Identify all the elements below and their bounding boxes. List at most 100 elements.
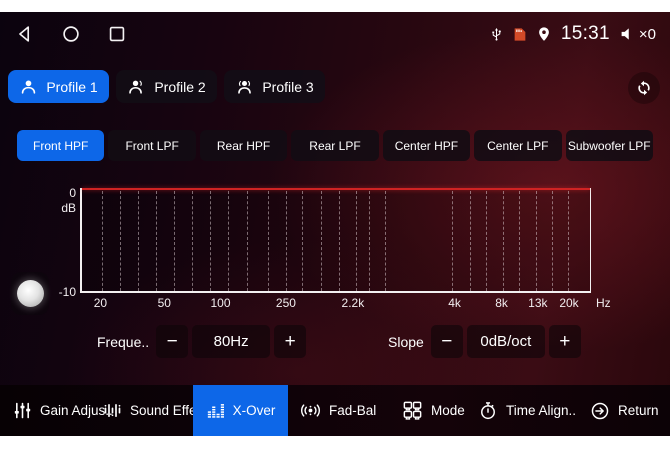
screenshot-stage: 15:31 ×0 Profile 1 xyxy=(0,0,670,453)
gridline xyxy=(568,191,569,291)
nav-item-mode[interactable]: Mode xyxy=(401,385,465,436)
equalizer-crossover-icon xyxy=(206,401,226,421)
gridline xyxy=(302,191,303,291)
recents-button[interactable] xyxy=(106,23,128,45)
profile-tab-label: Profile 1 xyxy=(46,79,97,95)
volume-muted-indicator: ×0 xyxy=(619,25,656,43)
fader-balance-speaker-icon xyxy=(299,399,322,422)
gridline xyxy=(536,191,537,291)
slope-value: 0dB/oct xyxy=(467,325,545,358)
status-indicators: 15:31 ×0 xyxy=(489,23,656,45)
gridline xyxy=(138,191,139,291)
gridline xyxy=(470,191,471,291)
filter-tab-subwoofer-lpf[interactable]: Subwoofer LPF xyxy=(566,130,653,161)
slope-label: Slope xyxy=(388,334,424,350)
back-triangle-icon xyxy=(14,23,36,45)
slope-increase-button[interactable]: + xyxy=(549,325,581,358)
x-tick-label: 50 xyxy=(158,296,171,310)
person-waves-icon xyxy=(235,77,254,96)
refresh-button[interactable] xyxy=(628,72,660,104)
gridline xyxy=(552,191,553,291)
y-axis-unit: dB xyxy=(36,201,76,215)
profile-tab-3[interactable]: Profile 3 xyxy=(224,70,325,103)
x-axis-unit: Hz xyxy=(596,296,611,310)
x-tick-label: 20k xyxy=(559,296,578,310)
person-icon xyxy=(19,77,38,96)
filter-tab-center-lpf[interactable]: Center LPF xyxy=(474,130,561,161)
crossover-plot xyxy=(80,188,591,293)
x-tick-label: 8k xyxy=(495,296,508,310)
gridline xyxy=(385,191,386,291)
x-tick-label: 2.2k xyxy=(342,296,365,310)
gridline xyxy=(210,191,211,291)
profile-tab-label: Profile 2 xyxy=(154,79,205,95)
bottom-nav: Gain Adjus.. Sound Effe.. X-Over xyxy=(0,385,670,436)
volume-mute-label: ×0 xyxy=(639,26,656,43)
nav-item-label: Mode xyxy=(431,403,465,418)
filter-tab-center-hpf[interactable]: Center HPF xyxy=(383,130,470,161)
frequency-label: Freque.. xyxy=(97,334,149,350)
gridline xyxy=(356,191,357,291)
gridline xyxy=(228,191,229,291)
timer-stopwatch-icon xyxy=(477,400,499,422)
nav-item-gain-adjust[interactable]: Gain Adjus.. xyxy=(12,385,113,436)
frequency-value: 80Hz xyxy=(192,325,270,358)
gridline xyxy=(102,191,103,291)
person-wave-icon xyxy=(127,77,146,96)
filter-tab-front-hpf[interactable]: Front HPF xyxy=(17,130,104,161)
speaker-muted-icon xyxy=(619,25,637,43)
gridline xyxy=(156,191,157,291)
back-button[interactable] xyxy=(14,23,36,45)
location-pin-icon xyxy=(536,24,552,44)
profile-tabs: Profile 1 Profile 2 Profile 3 xyxy=(8,70,325,103)
nav-item-fad-bal[interactable]: Fad-Bal xyxy=(299,385,376,436)
gridline xyxy=(503,191,504,291)
profile-tab-1[interactable]: Profile 1 xyxy=(8,70,109,103)
home-button[interactable] xyxy=(60,23,82,45)
frequency-control: Freque.. − 80Hz + xyxy=(97,325,306,358)
nav-item-return[interactable]: Return xyxy=(589,385,659,436)
android-nav-buttons xyxy=(14,23,128,45)
gridline xyxy=(321,191,322,291)
frequency-decrease-button[interactable]: − xyxy=(156,325,188,358)
nav-item-label: Time Align.. xyxy=(506,403,576,418)
clock: 15:31 xyxy=(561,23,610,45)
x-tick-label: 100 xyxy=(211,296,231,310)
nav-item-label: Return xyxy=(618,403,659,418)
filter-tab-rear-lpf[interactable]: Rear LPF xyxy=(291,130,378,161)
nav-item-label: X-Over xyxy=(233,403,276,418)
status-bar: 15:31 ×0 xyxy=(0,16,670,52)
nav-item-time-align[interactable]: Time Align.. xyxy=(477,385,576,436)
sd-card-icon xyxy=(513,27,527,42)
profile-tab-2[interactable]: Profile 2 xyxy=(116,70,217,103)
filter-tab-rear-hpf[interactable]: Rear HPF xyxy=(200,130,287,161)
filter-tab-row: Front HPFFront LPFRear HPFRear LPFCenter… xyxy=(17,130,653,161)
gridline xyxy=(486,191,487,291)
slope-control: Slope − 0dB/oct + xyxy=(388,325,581,358)
head-unit-screen: 15:31 ×0 Profile 1 xyxy=(0,12,670,436)
gain-sliders-icon xyxy=(12,400,33,421)
filter-tab-front-lpf[interactable]: Front LPF xyxy=(108,130,195,161)
gridline xyxy=(174,191,175,291)
recents-square-icon xyxy=(106,23,128,45)
slope-decrease-button[interactable]: − xyxy=(431,325,463,358)
nav-item-x-over[interactable]: X-Over xyxy=(193,385,288,436)
gridline xyxy=(369,191,370,291)
return-arrow-icon xyxy=(589,400,611,422)
usb-icon xyxy=(489,24,504,45)
floating-touch-knob[interactable] xyxy=(11,272,49,315)
profile-tab-label: Profile 3 xyxy=(262,79,313,95)
x-axis-ticks: 20501002502.2k4k8k13k20k xyxy=(80,296,591,311)
nav-item-label: Fad-Bal xyxy=(329,403,376,418)
nav-item-sound-effects[interactable]: Sound Effe.. xyxy=(102,385,204,436)
gridline xyxy=(247,191,248,291)
home-circle-icon xyxy=(60,23,82,45)
frequency-increase-button[interactable]: + xyxy=(274,325,306,358)
y-axis-tick-top: 0 xyxy=(36,186,76,200)
response-curve xyxy=(82,188,590,190)
refresh-sync-icon xyxy=(634,78,654,98)
x-tick-label: 250 xyxy=(276,296,296,310)
gridline xyxy=(192,191,193,291)
gridline xyxy=(339,191,340,291)
gridline xyxy=(120,191,121,291)
